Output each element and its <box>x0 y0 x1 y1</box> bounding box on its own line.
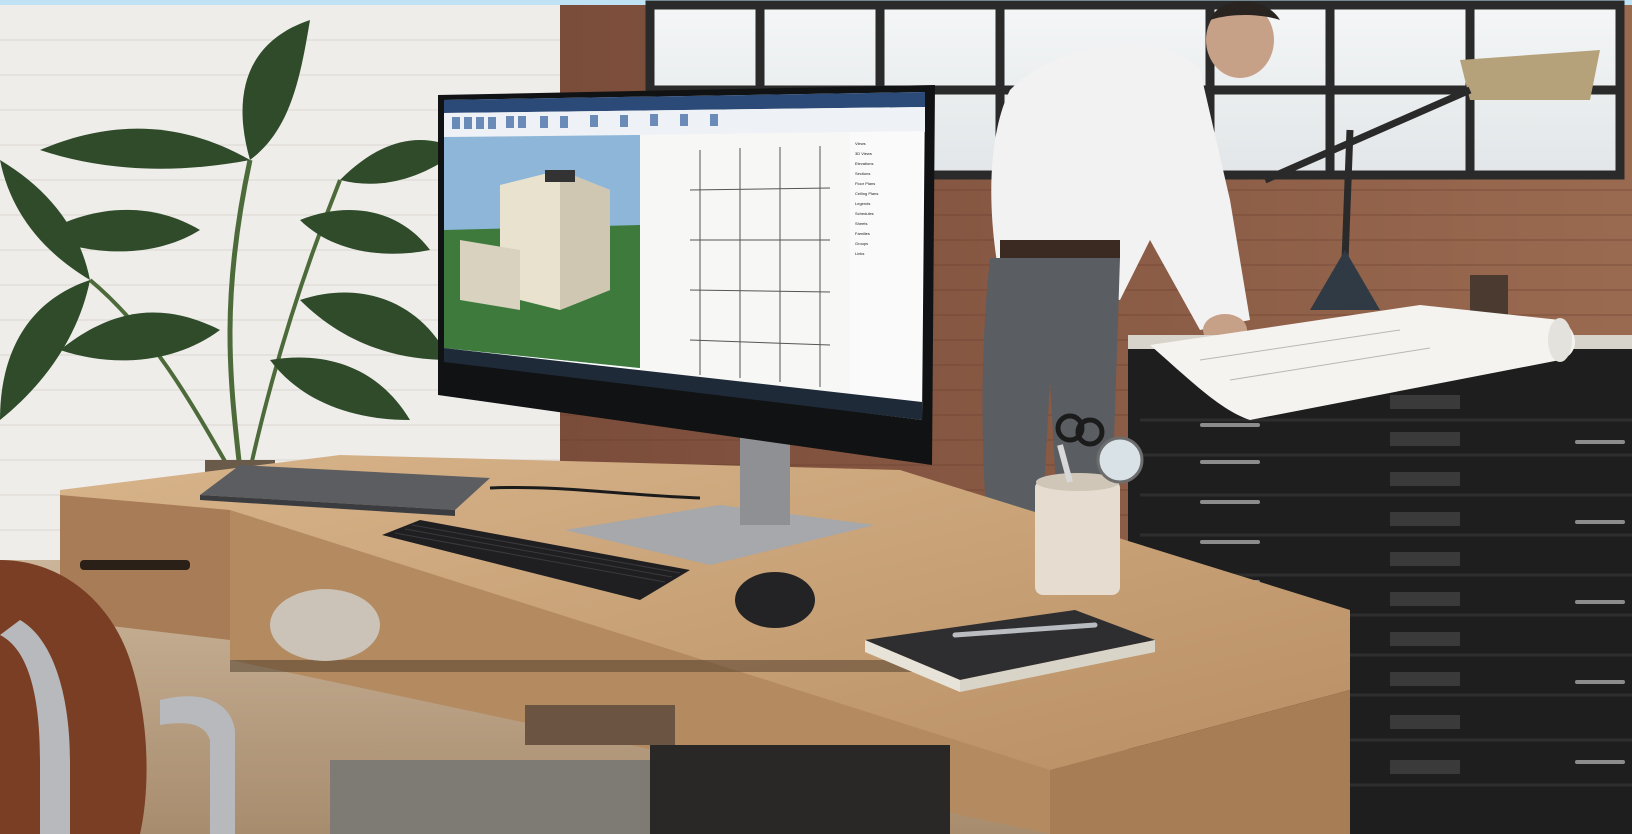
tree-item: Floor Plans <box>855 181 875 186</box>
scene-illustration: Views 3D Views Elevations Sections Floor… <box>0 0 1632 834</box>
tree-item: Families <box>855 231 870 236</box>
tree-item: Legends <box>855 201 870 206</box>
tree-item: Sections <box>855 171 870 176</box>
tree-item: Elevations <box>855 161 873 166</box>
tree-item: Links <box>855 251 864 256</box>
round-storage-box <box>270 589 380 661</box>
tree-item: Schedules <box>855 211 874 216</box>
tree-item: Ceiling Plans <box>855 191 878 196</box>
tree-item: Groups <box>855 241 868 246</box>
tree-item: Views <box>855 141 866 146</box>
tree-item: Sheets <box>855 221 867 226</box>
photo-scene: Views 3D Views Elevations Sections Floor… <box>0 0 1632 834</box>
pencil-cup <box>1470 275 1508 315</box>
tree-item: 3D Views <box>855 151 872 156</box>
mouse <box>735 572 815 628</box>
